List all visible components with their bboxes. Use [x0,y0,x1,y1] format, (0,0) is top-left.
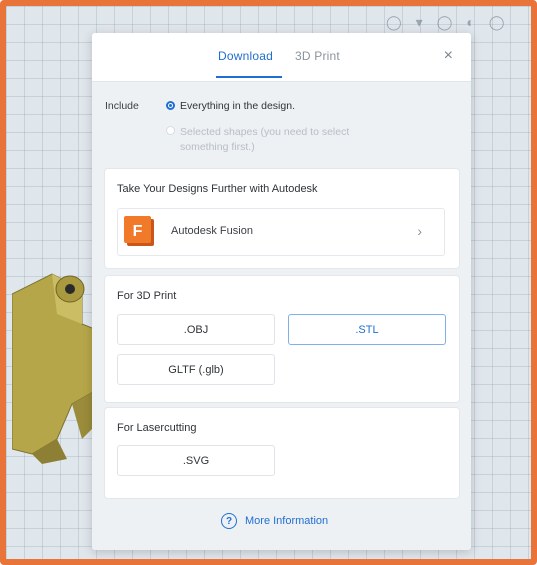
help-circle-icon: ? [221,513,237,529]
autodesk-card: Take Your Designs Further with Autodesk … [105,169,459,268]
lasercutting-card-title: For Lasercutting [117,422,197,434]
view-tool-icon[interactable]: ◐ [466,14,474,31]
dialog-header: Download 3D Print × [92,33,471,82]
export-obj-button[interactable]: .OBJ [117,314,275,345]
close-icon[interactable]: × [444,47,453,65]
autodesk-card-title: Take Your Designs Further with Autodesk [117,183,318,195]
include-label: Include [105,100,139,112]
app-frame: ◯ ▾ ◯ ◐ ◯ Download 3D Print × Include Ev… [0,0,537,565]
view-tool-dropdown-icon[interactable]: ▾ [416,14,423,31]
3d-print-card: For 3D Print .OBJ .STL GLTF (.glb) [105,276,459,402]
view-tool-icon[interactable]: ◯ [386,14,402,31]
radio-everything-label[interactable]: Everything in the design. [180,100,295,112]
fusion-logo-icon: F [124,216,154,246]
fusion-logo-letter: F [133,223,143,240]
download-dialog: Download 3D Print × Include Everything i… [92,33,471,550]
radio-selected-shapes[interactable] [166,126,175,135]
fusion-label: Autodesk Fusion [171,225,253,237]
radio-selected-shapes-label[interactable]: Selected shapes (you need to select some… [180,125,400,155]
lasercutting-card: For Lasercutting .SVG [105,408,459,498]
radio-everything[interactable] [166,101,175,110]
tab-3d-print[interactable]: 3D Print [295,49,340,63]
view-toolbar: ◯ ▾ ◯ ◐ ◯ [386,14,505,31]
export-stl-button[interactable]: .STL [288,314,446,345]
export-svg-button[interactable]: .SVG [117,445,275,476]
tab-download[interactable]: Download [218,49,273,63]
active-tab-indicator [216,76,282,78]
more-information-link[interactable]: ? More Information [221,513,328,529]
view-tool-icon[interactable]: ◯ [489,14,505,31]
more-information-label: More Information [245,515,329,527]
chevron-right-icon: › [417,223,422,239]
view-tool-icon[interactable]: ◯ [437,14,453,31]
export-gltf-button[interactable]: GLTF (.glb) [117,354,275,385]
autodesk-fusion-button[interactable]: F Autodesk Fusion › [117,208,445,256]
3d-print-card-title: For 3D Print [117,290,177,302]
